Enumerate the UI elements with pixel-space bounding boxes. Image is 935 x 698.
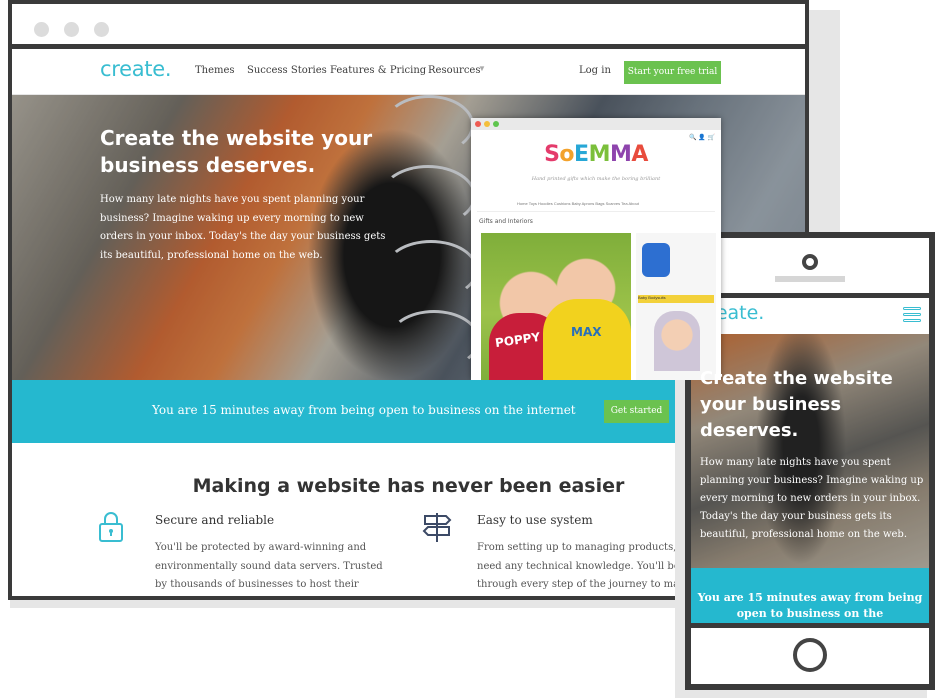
mobile-viewport: create. Create the website your business… [691,298,929,623]
mobile-hero-title: Create the website your business deserve… [700,368,893,441]
nav-link-success-stories[interactable]: Success Stories [247,65,327,76]
preview-side-products: Baby Bodysuits [636,233,716,380]
child-photo [654,311,700,371]
preview-title-bar [471,118,721,130]
get-started-button[interactable]: Get started [604,400,669,423]
hoodie-text-right: MAX [571,325,602,339]
nav-link-themes[interactable]: Themes [195,65,235,76]
brand-letter: M [588,142,611,167]
cta-banner-text: You are 15 minutes away from being open … [152,403,576,417]
home-button-icon[interactable] [793,638,827,672]
speaker-grille [775,276,845,282]
hamburger-menu-icon[interactable] [903,307,923,323]
window-maximize-dot-icon[interactable] [94,22,109,37]
mobile-hero-section: Create the website your business deserve… [691,334,929,568]
preview-divider [477,211,715,212]
site-nav: create. Themes Success Stories Features … [12,49,805,95]
preview-menu: Home Toys Hoodies Cushions Baby Aprons B… [517,201,639,206]
preview-brand-logo: SoEMMA [471,142,721,167]
preview-minimize-dot-icon [484,121,490,127]
hero-title: Create the website your business deserve… [100,126,373,177]
yellow-hoodie [543,299,631,380]
create-logo[interactable]: create. [100,57,172,81]
browser-title-bar [12,4,805,44]
brand-letter: E [574,142,589,167]
phone-bottom-bezel [691,628,929,684]
nav-link-features-pricing[interactable]: Features & Pricing [330,65,426,76]
preview-toolbar-icons: 🔍 👤 🛒 [689,135,715,141]
mobile-hero-body: How many late nights have you spent plan… [700,457,924,540]
preview-maximize-dot-icon [493,121,499,127]
onesie-product [642,243,670,277]
hanger-hook-decoration [388,310,480,370]
lock-icon [99,512,123,542]
mobile-cta-banner: You are 15 minutes away from being open … [691,568,929,623]
nav-link-resources[interactable]: Resources [428,65,480,76]
feature-heading-secure: Secure and reliable [155,513,275,527]
theme-preview-window: 🔍 👤 🛒 SoEMMA Hand printed gifts which ma… [471,118,721,380]
brand-letter: S [544,142,560,167]
hanger-hook-decoration [384,240,478,300]
mobile-cta-banner-text: You are 15 minutes away from being open … [697,591,923,620]
preview-kids-photo: POPPY MAX [481,233,631,380]
phone-top-bezel [691,238,929,293]
feature-heading-easy: Easy to use system [477,513,593,527]
mobile-nav: create. [691,298,929,334]
side-product-label: Baby Bodysuits [638,295,714,303]
hero-section: Create the website your business deserve… [12,95,805,380]
chevron-down-icon[interactable]: ▼ [478,64,486,73]
feature-body-secure: You'll be protected by award-winning and… [155,542,383,590]
preview-close-dot-icon [475,121,481,127]
signpost-icon [422,513,452,542]
camera-icon [802,254,818,270]
hero-body: How many late nights have you spent plan… [100,194,386,261]
preview-section-title: Gifts and Interiors [479,218,533,225]
window-close-dot-icon[interactable] [34,22,49,37]
login-link[interactable]: Log in [579,65,611,76]
preview-tagline: Hand printed gifts which make the boring… [531,176,661,182]
brand-letter: o [559,142,575,167]
brand-letter: A [631,142,648,167]
start-free-trial-button[interactable]: Start your free trial [624,61,721,84]
mobile-device-frame: create. Create the website your business… [685,232,935,690]
brand-letter: M [609,142,632,167]
window-minimize-dot-icon[interactable] [64,22,79,37]
